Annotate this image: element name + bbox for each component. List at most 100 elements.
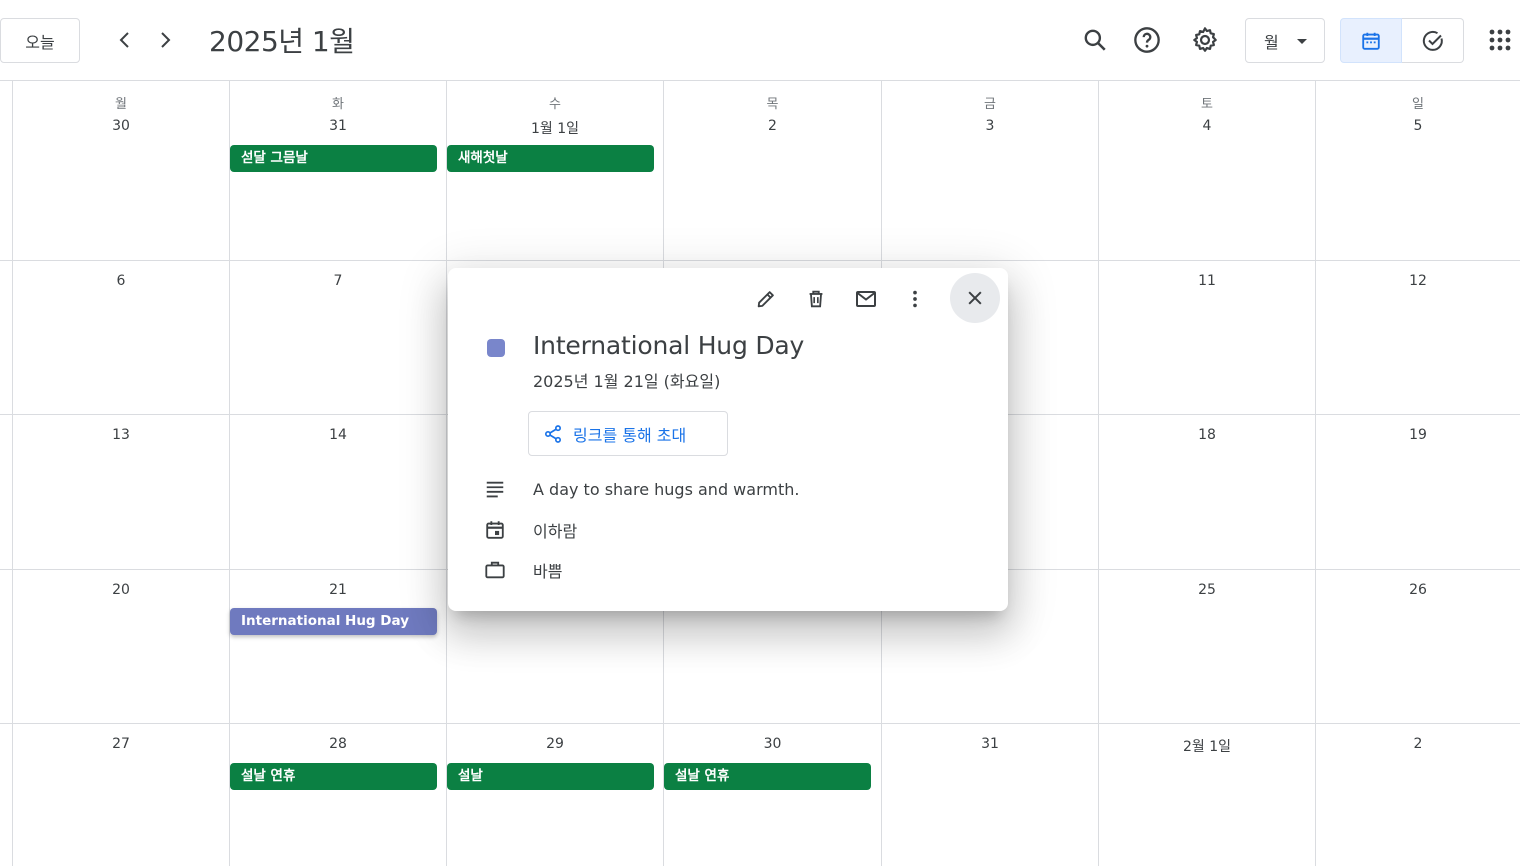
week-row: 월 30 화 31 수 1월 1일 목 2 금 3 토 4 일 5 섣달 그믐날… <box>0 81 1520 261</box>
event-chip-selected[interactable]: International Hug Day <box>230 608 437 635</box>
day-number[interactable]: 27 <box>13 736 229 752</box>
page-title: 2025년 1월 <box>209 25 355 58</box>
invite-via-link-label: 링크를 통해 초대 <box>573 425 687 445</box>
pencil-icon <box>757 291 774 308</box>
calendar-view-toggle[interactable] <box>1340 18 1402 63</box>
day-number[interactable]: 12 <box>1316 273 1520 289</box>
apps-grid-icon <box>1489 29 1511 51</box>
weekday-label: 토 <box>1201 97 1213 112</box>
calendar-header: 오늘 2025년 1월 월 <box>0 0 1520 80</box>
day-number[interactable]: 18 <box>1099 427 1315 443</box>
day-cell[interactable]: 31 <box>881 724 1098 866</box>
weekday-label: 화 <box>332 97 344 112</box>
day-number[interactable]: 30 <box>664 736 881 752</box>
day-cell[interactable]: 20 <box>12 570 229 723</box>
calendar-owner-icon <box>483 518 507 542</box>
day-number[interactable]: 30 <box>13 118 229 134</box>
briefcase-icon <box>483 558 507 582</box>
day-cell[interactable]: 25 <box>1098 570 1315 723</box>
today-button[interactable]: 오늘 <box>0 18 80 63</box>
caret-down-icon <box>1297 39 1307 44</box>
event-chip[interactable]: 새해첫날 <box>447 145 654 172</box>
day-number[interactable]: 19 <box>1316 427 1520 443</box>
weekday-label: 월 <box>115 97 127 112</box>
event-chip[interactable]: 설날 <box>447 763 654 790</box>
day-number[interactable]: 2 <box>1316 736 1520 752</box>
help-button[interactable] <box>1127 20 1167 60</box>
close-icon <box>968 291 982 305</box>
day-cell[interactable]: 금 3 <box>881 81 1098 260</box>
day-cell[interactable]: 11 <box>1098 261 1315 414</box>
view-switcher-label: 월 <box>1264 32 1279 52</box>
day-number[interactable]: 29 <box>447 736 663 752</box>
day-cell[interactable]: 26 <box>1315 570 1520 723</box>
chevron-right-icon <box>161 32 171 48</box>
settings-button[interactable] <box>1185 20 1225 60</box>
next-month-button[interactable] <box>149 24 181 56</box>
day-number[interactable]: 11 <box>1099 273 1315 289</box>
day-cell[interactable]: 28 <box>229 724 446 866</box>
mail-icon <box>856 291 876 307</box>
event-color-swatch <box>487 339 505 357</box>
day-cell[interactable]: 19 <box>1315 415 1520 569</box>
apps-button[interactable] <box>1482 22 1518 58</box>
day-number[interactable]: 14 <box>230 427 446 443</box>
event-title: International Hug Day <box>533 331 805 360</box>
day-cell[interactable]: 18 <box>1098 415 1315 569</box>
weekday-label: 일 <box>1412 97 1424 112</box>
day-cell[interactable]: 일 5 <box>1315 81 1520 260</box>
search-button[interactable] <box>1075 20 1115 60</box>
previous-month-button[interactable] <box>109 24 141 56</box>
event-availability: 바쁨 <box>533 562 563 581</box>
day-cell[interactable]: 7 <box>229 261 446 414</box>
day-number[interactable]: 20 <box>13 582 229 598</box>
chevron-left-icon <box>119 32 129 48</box>
day-cell[interactable]: 27 <box>12 724 229 866</box>
day-cell[interactable]: 21 <box>229 570 446 723</box>
email-guests-button[interactable] <box>848 281 884 317</box>
invite-via-link-button[interactable]: 링크를 통해 초대 <box>528 411 728 456</box>
gear-icon <box>1193 27 1217 52</box>
more-options-button[interactable] <box>897 281 933 317</box>
search-icon <box>1084 29 1106 51</box>
edit-event-button[interactable] <box>748 281 784 317</box>
day-number[interactable]: 25 <box>1099 582 1315 598</box>
day-number[interactable]: 31 <box>882 736 1098 752</box>
view-switcher[interactable]: 월 <box>1245 18 1325 63</box>
day-cell[interactable]: 2 <box>1315 724 1520 866</box>
day-number[interactable]: 28 <box>230 736 446 752</box>
day-cell[interactable]: 14 <box>229 415 446 569</box>
event-chip[interactable]: 섣달 그믐날 <box>230 145 437 172</box>
day-number[interactable]: 5 <box>1316 118 1520 134</box>
day-number[interactable]: 6 <box>13 273 229 289</box>
day-number[interactable]: 2 <box>664 118 881 134</box>
day-number[interactable]: 7 <box>230 273 446 289</box>
week-row: 27 28 29 30 31 2월 1일 2 설날 연휴 설날 설날 연휴 <box>0 724 1520 866</box>
event-chip[interactable]: 설날 연휴 <box>230 763 437 790</box>
weekday-label: 수 <box>549 97 561 112</box>
day-number[interactable]: 13 <box>13 427 229 443</box>
trash-icon <box>809 290 823 308</box>
day-number[interactable]: 31 <box>230 118 446 134</box>
day-number[interactable]: 21 <box>230 582 446 598</box>
day-number[interactable]: 26 <box>1316 582 1520 598</box>
tasks-view-toggle[interactable] <box>1402 18 1464 63</box>
day-cell[interactable]: 월 30 <box>12 81 229 260</box>
day-number[interactable]: 3 <box>882 118 1098 134</box>
day-cell[interactable]: 12 <box>1315 261 1520 414</box>
day-cell[interactable]: 29 <box>446 724 663 866</box>
day-cell[interactable]: 목 2 <box>663 81 881 260</box>
delete-event-button[interactable] <box>798 281 834 317</box>
day-number[interactable]: 1월 1일 <box>447 118 663 138</box>
help-icon <box>1134 27 1160 53</box>
day-cell[interactable]: 토 4 <box>1098 81 1315 260</box>
close-popup-button[interactable] <box>950 273 1000 323</box>
day-cell[interactable]: 30 <box>663 724 881 866</box>
day-cell[interactable]: 13 <box>12 415 229 569</box>
day-cell[interactable]: 6 <box>12 261 229 414</box>
share-icon <box>545 424 561 443</box>
day-number[interactable]: 4 <box>1099 118 1315 134</box>
day-cell[interactable]: 2월 1일 <box>1098 724 1315 866</box>
event-chip[interactable]: 설날 연휴 <box>664 763 871 790</box>
day-number[interactable]: 2월 1일 <box>1099 736 1315 756</box>
